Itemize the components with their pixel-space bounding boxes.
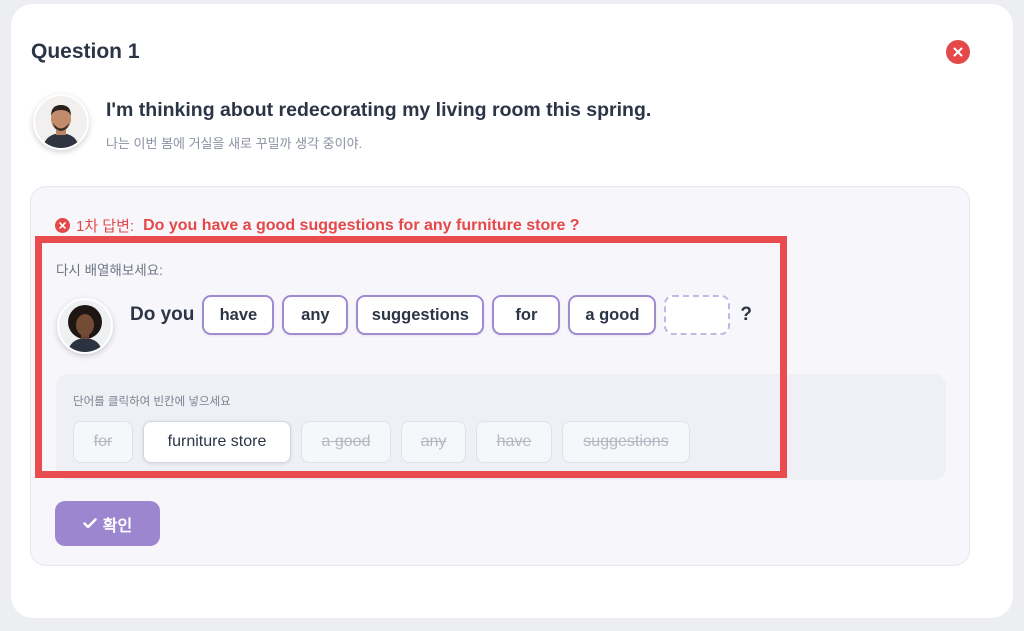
highlight-overlay: [35, 236, 787, 478]
confirm-button[interactable]: 확인: [55, 501, 160, 546]
confirm-label: 확인: [102, 517, 133, 535]
prompt-english: I'm thinking about redecorating my livin…: [106, 99, 652, 121]
first-answer-label: 1차 답변:: [76, 218, 135, 235]
close-icon: [953, 47, 963, 57]
question-title: Question 1: [31, 40, 140, 63]
speaker-avatar: [33, 94, 89, 150]
prompt-korean: 나는 이번 봄에 거실을 새로 꾸밀까 생각 중이야.: [106, 136, 363, 151]
error-x-icon: [55, 218, 70, 233]
first-answer-text: Do you have a good suggestions for any f…: [143, 216, 580, 234]
first-answer: 1차 답변: Do you have a good suggestions fo…: [55, 215, 580, 236]
check-icon: [83, 518, 97, 529]
close-button[interactable]: [946, 40, 970, 64]
